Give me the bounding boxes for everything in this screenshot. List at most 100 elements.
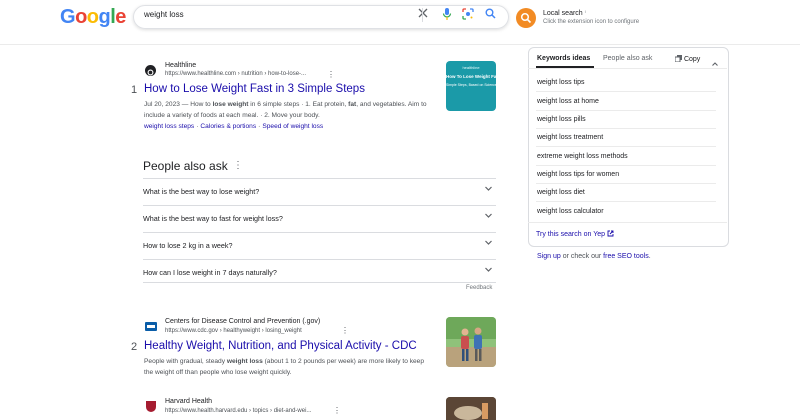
external-link-icon — [607, 230, 614, 237]
try-yep-link[interactable]: Try this search on Yep — [536, 230, 614, 238]
keyword-text: extreme weight loss methods — [537, 153, 628, 160]
keyword-item[interactable]: weight loss at home — [536, 92, 716, 111]
try-yep-label: Try this search on Yep — [536, 231, 606, 238]
google-logo[interactable]: Google — [60, 6, 126, 29]
panel-tab-divider — [528, 68, 727, 69]
more-options-icon[interactable]: ⋮ — [341, 326, 349, 335]
keyword-item[interactable]: weight loss calculator — [536, 202, 716, 220]
close-icon[interactable] — [416, 8, 430, 22]
keyword-text: weight loss pills — [537, 116, 586, 123]
result-thumbnail[interactable] — [446, 317, 496, 367]
logo-letter: o — [86, 6, 99, 28]
snippet-text: People with gradual, steady — [144, 358, 227, 365]
result-snippet: People with gradual, steady weight loss … — [144, 356, 429, 378]
chevron-down-icon — [484, 211, 493, 222]
search-input[interactable]: weight loss — [144, 10, 184, 19]
tab-people-also-ask[interactable]: People also ask — [603, 55, 652, 62]
paa-question-text: How can I lose weight in 7 days naturall… — [143, 268, 277, 277]
paa-question-text: How to lose 2 kg in a week? — [143, 241, 233, 250]
result-snippet: Jul 20, 2023 — How to lose weight in 6 s… — [144, 99, 440, 121]
keyword-item[interactable]: weight loss pills — [536, 110, 716, 129]
extension-title: Local search ⁱ — [543, 10, 586, 17]
divider — [422, 8, 423, 22]
panel-footer-divider — [528, 222, 727, 223]
healthline-favicon — [145, 65, 156, 76]
paa-question[interactable]: What is the best way to lose weight? — [143, 178, 496, 205]
logo-letter: o — [75, 6, 87, 28]
keyword-text: weight loss tips for women — [537, 171, 620, 178]
logo-letter: e — [115, 6, 126, 28]
paa-question-text: What is the best way to lose weight? — [143, 187, 260, 196]
keyword-item[interactable]: weight loss diet — [536, 183, 716, 202]
keyword-text: weight loss calculator — [537, 208, 604, 215]
result-date: Jul 20, 2023 — [144, 101, 180, 108]
snippet-text: — How to — [179, 101, 213, 108]
result-title-link[interactable]: How to Lose Weight Fast in 3 Simple Step… — [144, 83, 365, 95]
keyword-text: weight loss treatment — [537, 134, 604, 141]
result-site-name: Centers for Disease Control and Preventi… — [165, 318, 321, 325]
extension-subtitle: Click the extension icon to configure — [543, 19, 640, 25]
chevron-down-icon — [484, 238, 493, 249]
result-site-name: Harvard Health — [165, 398, 213, 405]
seo-tools-link[interactable]: free SEO tools — [603, 253, 649, 260]
paa-question[interactable]: How to lose 2 kg in a week? — [143, 232, 496, 259]
result-url[interactable]: https://www.health.harvard.edu › topics … — [165, 408, 311, 414]
signup-link[interactable]: Sign up — [537, 253, 561, 260]
lens-icon[interactable] — [461, 8, 475, 22]
keyword-text: weight loss tips — [537, 79, 585, 86]
copy-button[interactable]: Copy — [674, 55, 701, 63]
result-url[interactable]: https://www.cdc.gov › healthyweight › lo… — [165, 328, 302, 334]
cdc-favicon — [145, 322, 157, 331]
extension-title-text: Local search — [543, 10, 583, 17]
more-options-icon[interactable]: ⋮ — [327, 70, 335, 79]
more-options-icon[interactable]: ⋮ — [233, 160, 243, 171]
logo-letter: G — [60, 6, 76, 28]
snippet-bold: fat — [348, 101, 357, 108]
keyword-item[interactable]: weight loss treatment — [536, 128, 716, 147]
paa-heading: People also ask — [143, 159, 228, 173]
snippet-bold: weight loss — [226, 358, 263, 365]
chevron-up-icon[interactable] — [711, 55, 719, 73]
chevron-down-icon — [484, 184, 493, 195]
sitelinks: weight loss steps · Calories & portions · Sp… — [144, 123, 323, 130]
sitelink[interactable]: weight loss steps — [144, 123, 194, 130]
signup-line: Sign up or check our free SEO tools. — [537, 253, 651, 260]
result-title-link[interactable]: Healthy Weight, Nutrition, and Physical … — [144, 340, 417, 352]
copy-icon — [674, 55, 682, 63]
microphone-icon[interactable] — [440, 8, 454, 22]
result-thumbnail[interactable]: healthline How To Lose Weight Fast Simpl… — [446, 61, 496, 111]
thumbnail-brand: healthline — [462, 65, 480, 70]
logo-letter: g — [98, 6, 111, 28]
sitelink[interactable]: Speed of weight loss — [262, 123, 323, 130]
snippet-bold: lose weight — [212, 101, 249, 108]
signup-end: . — [648, 253, 651, 260]
keyword-text: weight loss diet — [537, 189, 585, 196]
copy-label: Copy — [683, 56, 701, 63]
harvard-favicon — [146, 401, 156, 412]
feedback-link[interactable]: Feedback — [466, 285, 492, 291]
result-number: 1 — [131, 84, 138, 96]
thumbnail-title: How To Lose Weight Fast — [446, 74, 496, 79]
more-options-icon[interactable]: ⋮ — [333, 406, 341, 415]
header-divider — [0, 44, 800, 45]
sitelink[interactable]: Calories & portions — [200, 123, 256, 130]
info-icon: ⁱ — [584, 11, 586, 17]
tab-keywords-ideas[interactable]: Keywords ideas — [537, 55, 590, 62]
paa-question-text: What is the best way to fast for weight … — [143, 214, 283, 223]
result-site-name: Healthline — [165, 62, 197, 69]
search-icon[interactable] — [483, 8, 497, 22]
snippet-text: in 6 simple steps · 1. Eat protein, — [248, 101, 349, 108]
signup-text: or check our — [560, 253, 604, 260]
result-number: 2 — [131, 341, 138, 353]
extension-icon[interactable] — [516, 8, 536, 28]
result-thumbnail[interactable] — [446, 397, 496, 420]
keyword-text: weight loss at home — [537, 98, 599, 105]
paa-question[interactable]: How can I lose weight in 7 days naturall… — [143, 259, 496, 283]
result-url[interactable]: https://www.healthline.com › nutrition ›… — [165, 71, 306, 77]
keyword-item[interactable]: weight loss tips for women — [536, 165, 716, 184]
keyword-item[interactable]: extreme weight loss methods — [536, 147, 716, 166]
keyword-item[interactable]: weight loss tips — [536, 73, 716, 92]
paa-question[interactable]: What is the best way to fast for weight … — [143, 205, 496, 232]
chevron-down-icon — [484, 265, 493, 276]
thumbnail-subtitle: Simple Steps, Based on Science — [446, 83, 496, 87]
